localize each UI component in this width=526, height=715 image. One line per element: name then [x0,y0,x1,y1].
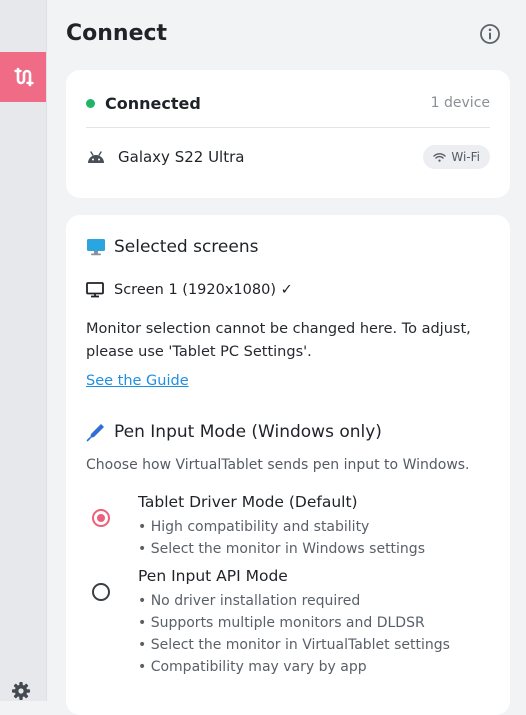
option-title: Pen Input API Mode [138,567,288,585]
settings-button[interactable] [10,680,32,702]
connection-type-label: Wi-Fi [451,150,480,164]
option-bullet: • Select the monitor in VirtualTablet se… [138,637,450,653]
android-icon [88,151,104,163]
option-tablet-driver-mode[interactable]: Tablet Driver Mode (Default) • High comp… [86,493,496,557]
option-bullet: • Select the monitor in Windows settings [138,541,425,557]
screens-card: Selected screens Screen 1 (1920x1080) ✓ … [66,215,510,715]
option-bullet: • Supports multiple monitors and DLDSR [138,615,425,631]
device-name: Galaxy S22 Ultra [118,148,245,166]
connection-status: Connected [105,93,201,113]
screen-item: Screen 1 (1920x1080) ✓ [86,282,293,298]
option-bullet: • Compatibility may vary by app [138,659,367,675]
device-row: Galaxy S22 Ultra Wi-Fi [86,144,490,170]
option-bullet: • No driver installation required [138,593,361,609]
info-button[interactable] [479,23,501,45]
pen-input-description: Choose how VirtualTablet sends pen input… [86,457,470,473]
screen-label: Screen 1 (1920x1080) ✓ [114,282,293,298]
pen-icon [86,424,104,442]
sidebar [0,0,47,701]
option-bullets: • No driver installation required • Supp… [138,590,450,678]
status-dot [86,98,95,108]
option-pen-input-api-mode[interactable]: Pen Input API Mode • No driver installat… [86,567,496,677]
option-title: Tablet Driver Mode (Default) [138,493,358,511]
connection-card: Connected 1 device Galaxy S22 Ultra Wi-F… [66,70,510,198]
gear-icon [12,682,30,700]
monitor-notice: Monitor selection cannot be changed here… [86,321,471,360]
pen-input-api-radio[interactable] [92,583,110,601]
selected-screens-title: Selected screens [114,237,259,257]
selected-screens-heading: Selected screens [86,237,258,257]
wifi-icon [433,153,447,162]
monitor-color-icon [87,239,105,256]
device-count: 1 device [430,95,490,111]
connect-icon [14,67,34,87]
pen-input-title: Pen Input Mode (Windows only) [114,422,382,442]
pen-input-heading: Pen Input Mode (Windows only) [86,422,382,442]
connection-status-row: Connected 1 device [86,92,490,114]
connection-type-badge: Wi-Fi [423,145,490,169]
monitor-icon [86,282,104,298]
info-icon [480,24,500,44]
page-title: Connect [66,21,168,46]
option-bullets: • High compatibility and stability • Sel… [138,516,425,560]
sidebar-item-connect[interactable] [0,52,46,102]
option-bullet: • High compatibility and stability [138,519,370,535]
main-panel: Connect Connected 1 device Galaxy S22 Ul… [47,0,526,715]
see-guide-link[interactable]: See the Guide [86,373,189,389]
divider [86,127,490,128]
tablet-driver-radio[interactable] [92,509,110,527]
